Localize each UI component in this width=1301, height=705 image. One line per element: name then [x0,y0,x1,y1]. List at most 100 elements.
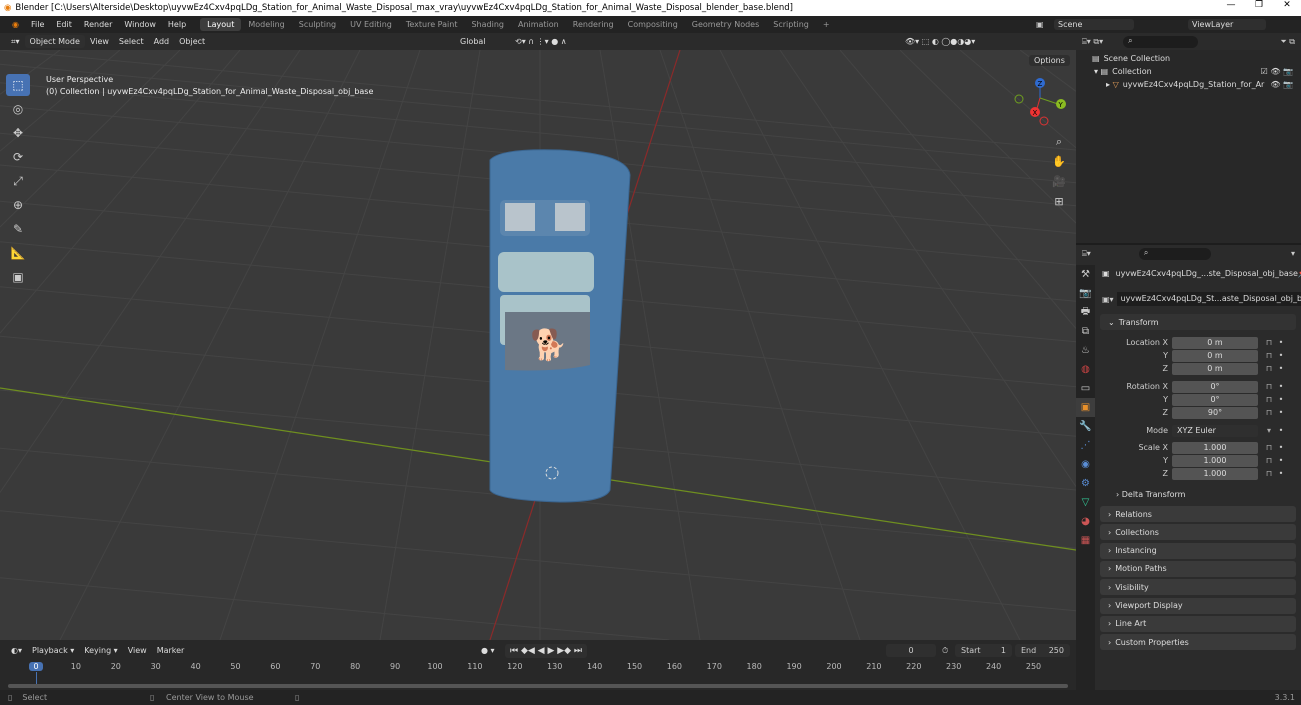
keyframe-dot-icon[interactable]: • [1276,469,1286,478]
panel-visibility[interactable]: › Visibility [1100,579,1296,596]
cursor-tool-icon[interactable]: ◎ [6,98,30,120]
keyframe-dot-icon[interactable]: • [1276,408,1286,417]
camera-icon[interactable]: 🎥 [1050,172,1068,192]
physics-tab-icon[interactable]: ◉ [1076,455,1095,474]
mode-dropdown[interactable]: Object Mode [24,35,85,48]
lock-icon[interactable]: ⊓ [1262,395,1276,404]
properties-search[interactable]: ⌕ [1138,247,1211,260]
lock-icon[interactable]: ⊓ [1262,382,1276,391]
scene-tab-icon[interactable]: ♨ [1076,341,1095,360]
view-layer-selector[interactable]: ViewLayer [1188,19,1266,30]
texture-tab-icon[interactable]: ▦ [1076,531,1095,550]
zoom-icon[interactable]: ⌕ [1050,132,1068,152]
timeline-view-menu[interactable]: View [123,644,152,657]
end-frame-field[interactable]: End 250 [1015,644,1070,657]
lock-icon[interactable]: ⊓ [1262,469,1276,478]
lock-icon[interactable]: ⊓ [1262,338,1276,347]
panel-line-art[interactable]: › Line Art [1100,615,1296,632]
start-frame-field[interactable]: Start 1 [955,644,1012,657]
output-tab-icon[interactable]: 🖶 [1076,303,1095,322]
outliner-scene-collection[interactable]: ▤ Scene Collection [1076,52,1301,65]
lock-icon[interactable]: ⊓ [1262,364,1276,373]
panel-custom-properties[interactable]: › Custom Properties [1100,634,1296,651]
lock-icon[interactable]: ⊓ [1262,443,1276,452]
value-field[interactable]: 0 m [1172,349,1258,362]
menu-render[interactable]: Render [78,20,118,29]
panel-viewport-display[interactable]: › Viewport Display [1100,597,1296,614]
3d-viewport[interactable]: 🐕 [0,50,1076,640]
tab-animation[interactable]: Animation [511,18,566,31]
material-tab-icon[interactable]: ◕ [1076,512,1095,531]
rotate-tool-icon[interactable]: ⟳ [6,146,30,168]
playback-controls[interactable]: ⏮ ◆◀ ◀ ▶ ▶◆ ⏭ [505,643,588,658]
value-field[interactable]: 1.000 [1172,441,1258,454]
measure-tool-icon[interactable]: 📐 [6,242,30,264]
render-tab-icon[interactable]: 📷 [1076,284,1095,303]
outliner-collection[interactable]: ▾ ▤ Collection ☑ 👁 📷 [1076,65,1301,78]
tool-tab-icon[interactable]: ⚒ [1076,265,1095,284]
outliner-type-icon[interactable]: ⌸▾ ⧉▾ [1082,37,1103,47]
filter-icon[interactable]: ⏷ ⧉ [1280,37,1295,47]
stopwatch-icon[interactable]: ⏱ [942,646,948,656]
constraints-tab-icon[interactable]: ⚙ [1076,474,1095,493]
value-field[interactable]: 0° [1172,380,1258,393]
value-field[interactable]: 0 m [1172,336,1258,349]
keyframe-dot-icon[interactable]: • [1276,351,1286,360]
outliner-search[interactable]: ⌕ [1123,35,1199,48]
playhead[interactable]: 0 [29,662,43,671]
menu-window[interactable]: Window [118,20,162,29]
scale-tool-icon[interactable]: ⤢ [6,170,30,192]
tab-geometry-nodes[interactable]: Geometry Nodes [685,18,766,31]
world-tab-icon[interactable]: ◍ [1076,360,1095,379]
tab-rendering[interactable]: Rendering [566,18,621,31]
panel-collections[interactable]: › Collections [1100,524,1296,541]
marker-menu[interactable]: Marker [152,644,190,657]
panel-relations[interactable]: › Relations [1100,506,1296,522]
close-button[interactable]: ✕ [1273,0,1301,10]
properties-options[interactable]: ▾ [1291,249,1295,258]
keyframe-dot-icon[interactable]: • [1276,443,1286,452]
timeline-scrollbar[interactable] [8,684,1068,688]
current-frame-field[interactable]: 0 [886,644,936,657]
keyframe-dot-icon[interactable]: • [1276,382,1286,391]
properties-type-icon[interactable]: ⌸▾ [1082,249,1091,259]
menu-view[interactable]: View [85,35,114,48]
tab-modeling[interactable]: Modeling [241,18,291,31]
tab-sculpting[interactable]: Sculpting [292,18,343,31]
annotate-tool-icon[interactable]: ✎ [6,218,30,240]
keyframe-dot-icon[interactable]: • [1276,426,1286,435]
options-dropdown[interactable]: Options [1029,55,1070,66]
menu-edit[interactable]: Edit [50,20,78,29]
menu-select[interactable]: Select [114,35,149,48]
add-workspace-button[interactable]: + [816,18,837,31]
keyframe-dot-icon[interactable]: • [1276,338,1286,347]
view-layer-tab-icon[interactable]: ⧉ [1076,322,1095,341]
menu-help[interactable]: Help [162,20,192,29]
object-name-field[interactable]: uyvwEz4Cxv4pqLDg_St...aste_Disposal_obj_… [1116,292,1301,306]
particles-tab-icon[interactable]: ⋰ [1076,436,1095,455]
object-tab-icon[interactable]: ▣ [1076,398,1095,417]
delta-transform-subpanel[interactable]: › Delta Transform [1116,490,1185,499]
tab-compositing[interactable]: Compositing [621,18,685,31]
lock-icon[interactable]: ⊓ [1262,456,1276,465]
rotation-mode-dropdown[interactable]: XYZ Euler [1172,424,1258,437]
tab-shading[interactable]: Shading [464,18,511,31]
menu-object[interactable]: Object [174,35,210,48]
lock-icon[interactable]: ⊓ [1262,351,1276,360]
keying-menu[interactable]: Keying ▾ [79,644,122,657]
minimize-button[interactable]: — [1217,0,1245,10]
value-field[interactable]: 0° [1172,393,1258,406]
tab-scripting[interactable]: Scripting [766,18,816,31]
shading-buttons[interactable]: 👁▾ ⬚ ◐ ◯●◑◕▾ [900,35,980,48]
menu-file[interactable]: File [25,20,50,29]
orientation-dropdown[interactable]: Global [455,35,491,48]
keyframe-dot-icon[interactable]: • [1276,364,1286,373]
pan-hand-icon[interactable]: ✋ [1050,152,1068,172]
panel-instancing[interactable]: › Instancing [1100,542,1296,559]
keyframe-record-icon[interactable]: ● ▾ [476,644,500,657]
transform-tool-icon[interactable]: ⊕ [6,194,30,216]
panel-motion-paths[interactable]: › Motion Paths [1100,560,1296,577]
modifier-tab-icon[interactable]: 🔧 [1076,417,1095,436]
tab-uv-editing[interactable]: UV Editing [343,18,399,31]
keyframe-dot-icon[interactable]: • [1276,456,1286,465]
